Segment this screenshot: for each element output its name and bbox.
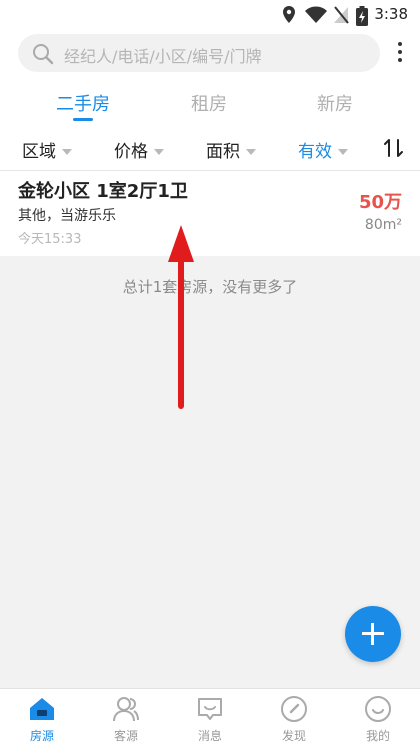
active-tab-indicator <box>73 118 93 121</box>
no-signal-icon <box>334 6 349 24</box>
wifi-icon <box>305 6 327 23</box>
filter-district[interactable]: 区域 <box>22 137 72 162</box>
divider <box>0 170 420 171</box>
filter-price[interactable]: 价格 <box>114 137 164 162</box>
status-time: 3:38 <box>374 5 408 23</box>
listing-subtitle: 其他，当游乐乐 <box>18 208 116 224</box>
add-listing-button[interactable] <box>345 606 401 662</box>
compass-icon <box>281 696 307 722</box>
battery-charging-icon <box>356 6 368 26</box>
tab-second-hand[interactable]: 二手房 <box>23 90 143 116</box>
dropdown-arrow-icon <box>246 149 256 155</box>
top-panel: 3:38 经纪人/电话/小区/编号/门牌 二手房 租房 新房 区域 价格 面积 … <box>0 0 420 172</box>
nav-item-listings[interactable]: 房源 <box>0 689 84 747</box>
nav-item-profile[interactable]: 我的 <box>336 689 420 747</box>
nav-item-messages[interactable]: 消息 <box>168 689 252 747</box>
nav-item-discover[interactable]: 发现 <box>252 689 336 747</box>
filter-bar: 区域 价格 面积 有效 <box>0 130 420 166</box>
listing-title: 金轮小区 1室2厅1卫 <box>18 181 188 202</box>
search-bar[interactable]: 经纪人/电话/小区/编号/门牌 <box>18 34 380 72</box>
listing-area: 80m² <box>364 217 402 233</box>
sort-icon[interactable] <box>383 138 405 158</box>
search-icon <box>33 44 54 65</box>
tab-rent[interactable]: 租房 <box>149 90 269 116</box>
nav-label-profile: 我的 <box>365 729 390 743</box>
listing-card[interactable]: 金轮小区 1室2厅1卫 其他，当游乐乐 今天15:33 50万 80m² <box>0 172 420 256</box>
message-icon <box>198 698 222 720</box>
dropdown-arrow-icon <box>62 149 72 155</box>
listing-price: 50万 <box>358 192 402 213</box>
nav-label-messages: 消息 <box>197 729 222 743</box>
filter-area-label: 面积 <box>206 142 240 162</box>
tab-new-house[interactable]: 新房 <box>275 90 395 116</box>
nav-label-listings: 房源 <box>29 729 54 743</box>
filter-area[interactable]: 面积 <box>206 137 256 162</box>
filter-price-label: 价格 <box>114 142 148 162</box>
filter-district-label: 区域 <box>22 142 56 162</box>
dropdown-arrow-icon <box>154 149 164 155</box>
search-placeholder: 经纪人/电话/小区/编号/门牌 <box>64 47 262 66</box>
people-icon <box>113 697 139 722</box>
location-icon <box>283 6 295 23</box>
house-icon <box>30 698 54 720</box>
tab-bar: 二手房 租房 新房 <box>0 82 420 122</box>
nav-label-discover: 发现 <box>281 729 306 743</box>
nav-item-clients[interactable]: 客源 <box>84 689 168 747</box>
listing-time: 今天15:33 <box>18 232 82 247</box>
nav-label-clients: 客源 <box>113 729 138 743</box>
more-menu-icon[interactable] <box>394 40 406 68</box>
smiley-icon <box>365 696 391 722</box>
status-bar: 3:38 <box>0 0 420 30</box>
bottom-nav: 房源 客源 消息 发现 我的 <box>0 688 420 747</box>
list-summary: 总计1套房源，没有更多了 <box>122 278 298 296</box>
filter-valid-label: 有效 <box>298 142 332 162</box>
filter-valid[interactable]: 有效 <box>298 137 348 162</box>
dropdown-arrow-icon <box>338 149 348 155</box>
